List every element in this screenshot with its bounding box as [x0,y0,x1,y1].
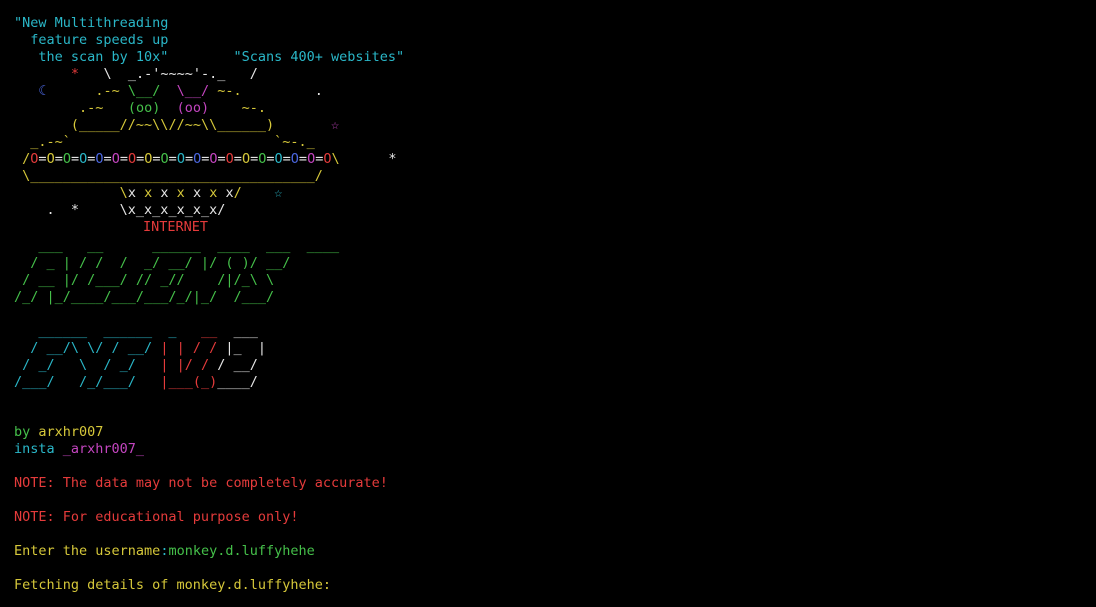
insta-prefix: insta [14,441,63,457]
status-line: Fetching details of monkey.d.luffyhehe: [14,577,331,593]
logo-line: ______ ______ _ __ ___ [14,323,258,339]
logo-line: /___/ /_/___/ |___(_)____/ [14,374,258,390]
prompt-label: Enter the username [14,543,161,559]
tagline-line-2: feature speeds up [14,32,169,48]
tagline-line-3: the scan by 10x" "Scans 400+ websites" [14,49,404,66]
note-accuracy: NOTE: The data may not be completely acc… [14,475,388,491]
ascii-art-row: /O=O=O=O=O=O=O=O=O=O=O=O=O=O=O=O=O=O=O\ … [22,151,397,167]
tagline-line-1: "New Multithreading [14,15,169,31]
ascii-art-row: \x x x x x x x/ ☆ [119,185,283,201]
credits-insta: insta _arxhr007_ [14,441,144,458]
username-prompt[interactable]: Enter the username:monkey.d.luffyhehe [14,543,315,560]
ascii-art-row: ☾ .-~ \__/ \__/ ~-. . [38,83,323,99]
logo-line: /_/ |_/____/___/___/_/|_/ /___/ [14,289,275,305]
ascii-art-row: \___________________________________/ [22,168,323,184]
ascii-art-row: . * \x_x_x_x_x_x/ [46,202,226,218]
logo-line: / __ |/ /___/ // _// /|/_\ \ [14,272,275,288]
ascii-art-row: * \ _.-'~~~~'-._ / [70,66,258,82]
author-name: arxhr007 [38,424,104,440]
credits-author: by arxhr007 [14,424,103,441]
scans-text: "Scans 400+ websites" [233,49,405,65]
by-prefix: by [14,424,39,440]
logo-line: ___ __ ______ ____ ___ ____ [14,238,340,254]
ascii-art-row: (_____//~~\\//~~\\______) ☆ [70,117,340,133]
logo-line: / _/ \ / _/ | |/ / / __/ [14,357,258,373]
internet-label: INTERNET [143,219,209,235]
insta-handle: _arxhr007_ [62,441,145,457]
ascii-art-row: .-~ (oo) (oo) ~-. [79,100,267,116]
logo-line: / __/\ \/ / __/ | | / / |_ | [14,340,266,356]
tagline-text: the scan by 10x" [14,49,169,65]
ascii-art-row: _.-~` `~-._ [30,134,315,150]
username-input[interactable]: monkey.d.luffyhehe [168,543,314,559]
terminal-window: "New Multithreading feature speeds up th… [0,0,1096,607]
logo-line: / _ | / / / _/ __/ |/ ( )/ __/ [14,255,291,271]
note-educational: NOTE: For educational purpose only! [14,509,299,525]
